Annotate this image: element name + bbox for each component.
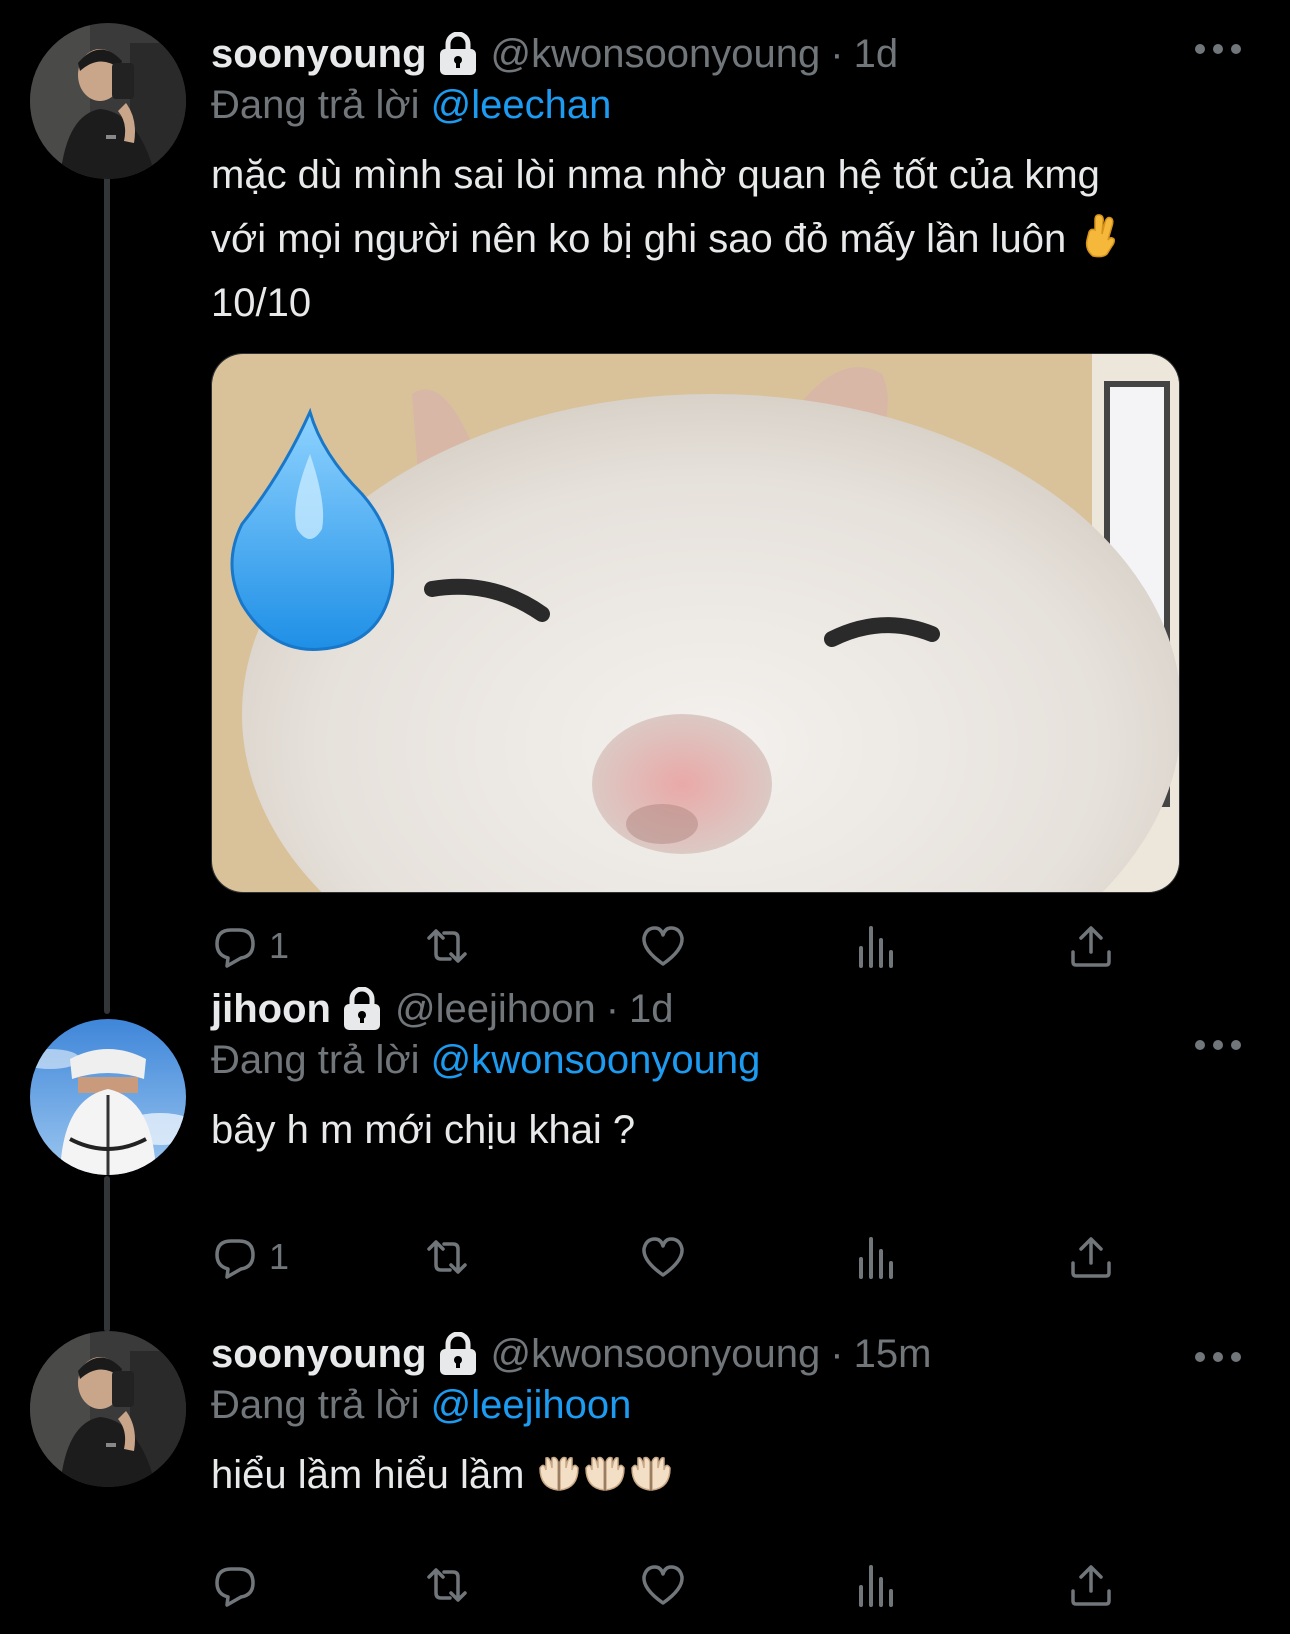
views-icon xyxy=(859,926,893,968)
palms-up-together-emoji xyxy=(582,1448,628,1494)
tweet-header: jihoon @leejihoon · 1d xyxy=(211,982,1230,1036)
lock-icon xyxy=(437,1332,479,1376)
tweet-header: soonyoung @kwonsoonyoung · 1d xyxy=(211,27,1230,81)
reply-button[interactable]: 1 xyxy=(211,918,289,974)
reply-button[interactable] xyxy=(211,1557,269,1613)
views-icon xyxy=(859,1565,893,1607)
share-button[interactable] xyxy=(1067,1557,1115,1613)
reply-count: 1 xyxy=(269,1236,290,1277)
crossed-fingers-emoji xyxy=(1077,212,1123,258)
heart-icon xyxy=(642,926,684,966)
reply-context: Đang trả lời @leechan xyxy=(211,81,1230,129)
reply-button[interactable]: 1 xyxy=(211,1229,289,1285)
reply-mention[interactable]: @kwonsoonyoung xyxy=(431,1038,761,1082)
reply-prefix: Đang trả lời xyxy=(211,1383,420,1427)
lock-icon xyxy=(341,987,383,1031)
tweet-text-body: hiểu lầm hiểu lầm xyxy=(211,1453,536,1497)
reply-mention[interactable]: @leechan xyxy=(431,83,612,127)
timestamp[interactable]: 1d xyxy=(629,982,674,1036)
user-handle[interactable]: @kwonsoonyoung xyxy=(491,27,821,81)
like-button[interactable] xyxy=(639,1229,687,1285)
avatar-soonyoung[interactable] xyxy=(30,23,186,179)
avatar-soonyoung[interactable] xyxy=(30,1331,186,1487)
palms-up-together-emoji xyxy=(628,1448,674,1494)
user-handle[interactable]: @leejihoon xyxy=(395,982,596,1036)
views-button[interactable] xyxy=(853,1229,901,1285)
action-bar: 1 xyxy=(211,1229,1111,1285)
views-button[interactable] xyxy=(853,918,901,974)
share-icon xyxy=(1071,926,1111,967)
display-name[interactable]: soonyoung xyxy=(211,27,427,81)
reply-context: Đang trả lời @kwonsoonyoung xyxy=(211,1036,1230,1084)
reply-prefix: Đang trả lời xyxy=(211,83,420,127)
more-icon[interactable] xyxy=(1190,1030,1246,1060)
action-bar: 1 xyxy=(211,918,1111,974)
avatar-jihoon[interactable] xyxy=(30,1019,186,1175)
reply-icon xyxy=(215,928,255,968)
separator-dot: · xyxy=(830,32,844,76)
share-button[interactable] xyxy=(1067,1229,1115,1285)
views-button[interactable] xyxy=(853,1557,901,1613)
separator-dot: · xyxy=(605,987,620,1031)
like-button[interactable] xyxy=(639,1557,687,1613)
more-icon[interactable] xyxy=(1190,34,1246,64)
retweet-button[interactable] xyxy=(423,1557,471,1613)
retweet-icon xyxy=(427,1240,467,1274)
tweet-header: soonyoung @kwonsoonyoung · 15m xyxy=(211,1327,1230,1381)
tweet-text: bây h m mới chịu khai ? xyxy=(211,1108,636,1152)
like-button[interactable] xyxy=(639,918,687,974)
retweet-icon xyxy=(427,929,467,963)
reply-prefix: Đang trả lời xyxy=(211,1038,420,1082)
tweet-text-body: mặc dù mình sai lòi nma nhờ quan hệ tốt … xyxy=(211,153,1100,261)
tweet-text: mặc dù mình sai lòi nma nhờ quan hệ tốt … xyxy=(211,143,1230,335)
lock-icon xyxy=(437,32,479,76)
separator-dot: · xyxy=(830,1332,844,1376)
thread-connector-2 xyxy=(104,1176,110,1332)
share-icon xyxy=(1071,1565,1111,1606)
thread-connector-1 xyxy=(104,176,110,1014)
share-button[interactable] xyxy=(1067,918,1115,974)
retweet-icon xyxy=(427,1568,467,1602)
share-icon xyxy=(1071,1237,1111,1278)
user-handle[interactable]: @kwonsoonyoung xyxy=(491,1327,821,1381)
tweet-text-tail: 10/10 xyxy=(211,281,312,325)
tweet-text: hiểu lầm hiểu lầm xyxy=(211,1443,1230,1507)
timestamp[interactable]: 15m xyxy=(854,1327,932,1381)
timestamp[interactable]: 1d xyxy=(854,27,899,81)
reply-icon xyxy=(215,1239,255,1279)
retweet-button[interactable] xyxy=(423,1229,471,1285)
views-icon xyxy=(859,1237,893,1279)
display-name[interactable]: soonyoung xyxy=(211,1327,427,1381)
heart-icon xyxy=(642,1565,684,1605)
palms-up-together-emoji xyxy=(536,1448,582,1494)
reply-icon xyxy=(215,1567,255,1607)
display-name[interactable]: jihoon xyxy=(211,982,331,1036)
action-bar xyxy=(211,1557,1111,1613)
tweet-media-image[interactable] xyxy=(211,353,1180,893)
heart-icon xyxy=(642,1237,684,1277)
more-icon[interactable] xyxy=(1190,1342,1246,1372)
reply-count: 1 xyxy=(269,925,290,966)
retweet-button[interactable] xyxy=(423,918,471,974)
reply-mention[interactable]: @leejihoon xyxy=(431,1383,632,1427)
reply-context: Đang trả lời @leejihoon xyxy=(211,1381,1230,1429)
